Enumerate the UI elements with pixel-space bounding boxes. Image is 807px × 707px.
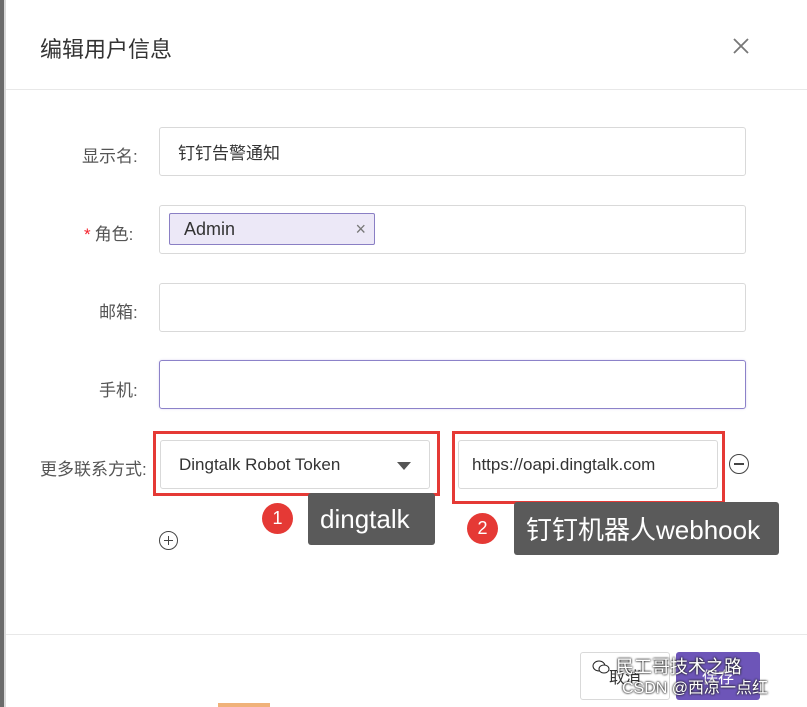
email-label: 邮箱: <box>99 303 138 322</box>
header-divider <box>6 89 807 90</box>
annotation-box-2 <box>452 431 725 504</box>
close-icon[interactable] <box>729 34 753 58</box>
role-label: * 角色: <box>84 220 133 245</box>
phone-input[interactable] <box>159 360 746 409</box>
annotation-tooltip-2: 钉钉机器人webhook <box>514 502 779 555</box>
phone-label: 手机: <box>99 381 138 400</box>
role-label-text: 角色: <box>94 225 134 244</box>
page-left-edge-border <box>4 0 6 707</box>
annotation-badge-1: 1 <box>262 503 293 534</box>
annotation-tooltip-1: dingtalk <box>308 493 435 545</box>
add-circle-icon[interactable] <box>159 531 178 550</box>
annotation-badge-2: 2 <box>467 513 498 544</box>
role-tag-label: Admin <box>184 218 236 239</box>
display-name-input[interactable]: 钉钉告警通知 <box>159 127 746 176</box>
dialog-title: 编辑用户信息 <box>40 37 173 62</box>
display-name-value: 钉钉告警通知 <box>178 144 280 163</box>
more-contacts-label: 更多联系方式: <box>40 460 147 479</box>
watermark: 民工哥技术之路 CSDN @西凉一点红 <box>592 656 802 700</box>
email-input[interactable] <box>159 283 746 332</box>
bottom-accent-strip <box>218 703 270 707</box>
tag-close-icon[interactable]: × <box>355 219 366 240</box>
role-tag-admin: Admin × <box>169 213 375 245</box>
footer-divider <box>6 634 807 635</box>
wechat-icon <box>592 660 610 674</box>
display-name-label: 显示名: <box>82 147 138 166</box>
annotation-box-1 <box>153 431 440 496</box>
required-mark: * <box>84 225 91 244</box>
watermark-line2: CSDN @西凉一点红 <box>622 680 769 697</box>
watermark-line1: 民工哥技术之路 <box>616 657 742 677</box>
remove-circle-icon[interactable] <box>729 454 749 474</box>
